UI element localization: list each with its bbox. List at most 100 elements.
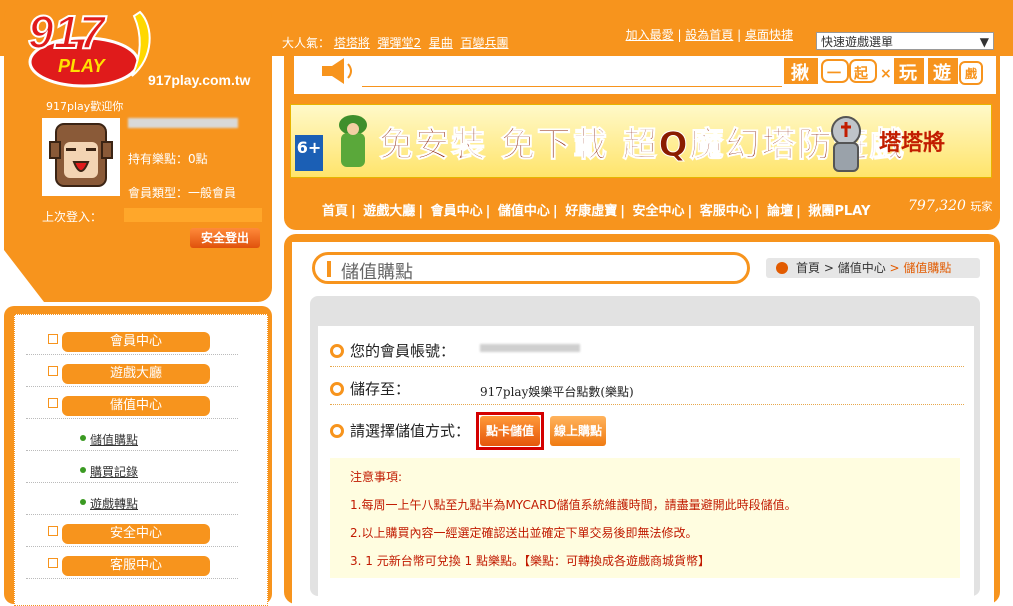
ad-game-name: 塔塔將 <box>879 131 946 156</box>
hot-games-label: 大人氣： <box>282 36 331 50</box>
hot-game-link[interactable]: 星曲 <box>429 36 453 50</box>
bullet-ring-icon <box>330 344 344 358</box>
nav-item-member-center[interactable]: 會員中心 <box>431 204 483 219</box>
online-count-unit: 玩家 <box>970 200 993 213</box>
last-login-value <box>124 208 262 222</box>
breadcrumb-home[interactable]: 首頁 <box>796 261 820 275</box>
svg-text:玩: 玩 <box>899 63 917 84</box>
account-label: 您的會員帳號： <box>350 342 456 360</box>
desktop-shortcut-link[interactable]: 桌面快捷 <box>745 28 793 42</box>
bullet-icon <box>80 435 86 441</box>
hot-games: 大人氣： 塔塔將 彈彈堂2 星曲 百變兵團 <box>282 34 508 51</box>
title-bar-icon <box>327 261 331 277</box>
knight-character-image <box>821 113 871 173</box>
nav-item-game-hall[interactable]: 遊戲大廳 <box>363 204 415 219</box>
megaphone-icon <box>318 56 358 86</box>
site-logo[interactable]: 917 PLAY <box>22 5 162 92</box>
store-value: 917play娛樂平台點數(樂點) <box>480 385 634 399</box>
hot-game-link[interactable]: 彈彈堂2 <box>378 36 422 50</box>
notice-box: 注意事項: 1.每周一上午八點至九點半為MYCARD儲值系統維護時間，請盡量避開… <box>330 458 960 578</box>
nav-item-forum[interactable]: 論壇 <box>767 204 793 219</box>
notice-item: 3. 1 元新台幣可兌換 1 點樂點。【樂點：可轉換成各遊戲商城貨幣】 <box>350 554 710 568</box>
svg-text:揪: 揪 <box>791 62 809 84</box>
hero-character-image <box>331 111 375 171</box>
online-player-count: 797,320 玩家 <box>908 198 992 214</box>
method-label: 請選擇儲值方式： <box>350 422 471 440</box>
sidebar-subitem-game-transfer[interactable]: 遊戲轉點 <box>26 492 238 515</box>
svg-text:一: 一 <box>827 66 841 82</box>
marquee-line <box>362 86 782 87</box>
sidebar-item-security-center[interactable]: 安全中心 <box>26 524 238 547</box>
nav-item-topup-center[interactable]: 儲值中心 <box>498 204 550 219</box>
svg-text:遊: 遊 <box>933 62 951 84</box>
sidebar-subitem-label: 購買記錄 <box>90 465 139 479</box>
hot-game-link[interactable]: 塔塔將 <box>334 36 370 50</box>
bullet-icon <box>80 499 86 505</box>
store-label: 儲存至： <box>350 380 411 398</box>
expand-icon <box>48 526 58 536</box>
slogan-graphic: 揪 一 起 × 玩 遊 戲 <box>784 56 984 86</box>
sidebar-item-support-center[interactable]: 客服中心 <box>26 556 238 579</box>
nav-item-group-play[interactable]: 揪團PLAY <box>808 204 870 219</box>
sidebar-subitem-purchase-history[interactable]: 購買記錄 <box>26 460 238 483</box>
page-title: 儲值購點 <box>312 252 750 284</box>
sidebar-item-game-hall[interactable]: 遊戲大廳 <box>26 364 238 387</box>
bullet-ring-icon <box>330 424 344 438</box>
nav-item-rewards[interactable]: 好康虛寶 <box>565 204 617 219</box>
age-rating-badge: 6+ <box>295 135 323 171</box>
notice-title: 注意事項: <box>350 470 403 484</box>
sidebar-item-topup-center[interactable]: 儲值中心 <box>26 396 238 419</box>
breadcrumb-sep: > <box>820 261 838 275</box>
nav-item-home[interactable]: 首頁 <box>322 204 348 219</box>
welcome-text: 917play歡迎你 <box>46 100 124 113</box>
set-homepage-link[interactable]: 設為首頁 <box>685 28 733 42</box>
online-purchase-button[interactable]: 線上購點 <box>550 416 606 446</box>
svg-text:917: 917 <box>28 6 107 58</box>
top-links: 加入最愛 | 設為首頁 | 桌面快捷 <box>625 28 793 42</box>
notice-item: 1.每周一上午八點至九點半為MYCARD儲值系統維護時間，請盡量避開此時段儲值。 <box>350 498 797 512</box>
sidebar-item-label: 客服中心 <box>62 556 210 576</box>
sidebar-item-label: 遊戲大廳 <box>62 364 210 384</box>
member-type-label: 會員類型：一般會員 <box>128 186 237 200</box>
page-title-text: 儲值購點 <box>341 262 413 283</box>
card-topup-button[interactable]: 點卡儲值 <box>480 416 540 446</box>
svg-text:戲: 戲 <box>965 66 978 81</box>
nav-item-security-center[interactable]: 安全中心 <box>632 204 684 219</box>
hot-game-link[interactable]: 百變兵團 <box>460 36 508 50</box>
breadcrumb-current: 儲值購點 <box>903 261 952 275</box>
sidebar-item-label: 儲值中心 <box>62 396 210 416</box>
svg-text:×: × <box>880 66 892 82</box>
sidebar-subitem-buy-points[interactable]: 儲值購點 <box>26 428 238 451</box>
site-url: 917play.com.tw <box>148 72 251 88</box>
online-count-value: 797,320 <box>908 198 966 214</box>
breadcrumb-icon <box>776 262 788 274</box>
svg-text:PLAY: PLAY <box>58 56 107 76</box>
sidebar-item-label: 會員中心 <box>62 332 210 352</box>
breadcrumb-parent[interactable]: 儲值中心 <box>838 261 886 275</box>
store-row: 儲存至： <box>330 378 964 405</box>
breadcrumb: 首頁 > 儲值中心 > 儲值購點 <box>766 258 980 278</box>
account-row: 您的會員帳號： <box>330 340 964 367</box>
nav-item-support-center[interactable]: 客服中心 <box>700 204 752 219</box>
expand-icon <box>48 366 58 376</box>
username-blurred <box>128 118 238 128</box>
quick-game-select[interactable]: 快速遊戲選單 ▼ <box>816 32 994 50</box>
points-label: 持有樂點：0點 <box>128 152 208 166</box>
svg-text:起: 起 <box>853 65 869 82</box>
sidebar-item-label: 安全中心 <box>62 524 210 544</box>
logout-button[interactable]: 安全登出 <box>190 228 260 248</box>
avatar <box>42 118 120 196</box>
dropdown-arrow-icon: ▼ <box>979 35 989 49</box>
expand-icon <box>48 558 58 568</box>
main-nav: 首頁 | 遊戲大廳 | 會員中心 | 儲值中心 | 好康虛寶 | 安全中心 | 客服中心 | … <box>322 204 871 219</box>
method-row: 請選擇儲值方式： <box>330 420 964 450</box>
notice-item: 2.以上購買內容一經選定確認送出並確定下單交易後即無法修改。 <box>350 526 698 540</box>
last-login-label: 上次登入： <box>42 210 103 224</box>
bullet-icon <box>80 467 86 473</box>
sidebar-item-member-center[interactable]: 會員中心 <box>26 332 238 355</box>
add-favorite-link[interactable]: 加入最愛 <box>626 28 674 42</box>
bullet-ring-icon <box>330 382 344 396</box>
expand-icon <box>48 334 58 344</box>
game-ad-banner[interactable]: 6+ 免安裝 免下載 超Q魔幻塔防遊戲 塔塔將 <box>290 104 992 178</box>
sidebar-subitem-label: 儲值購點 <box>90 433 139 447</box>
